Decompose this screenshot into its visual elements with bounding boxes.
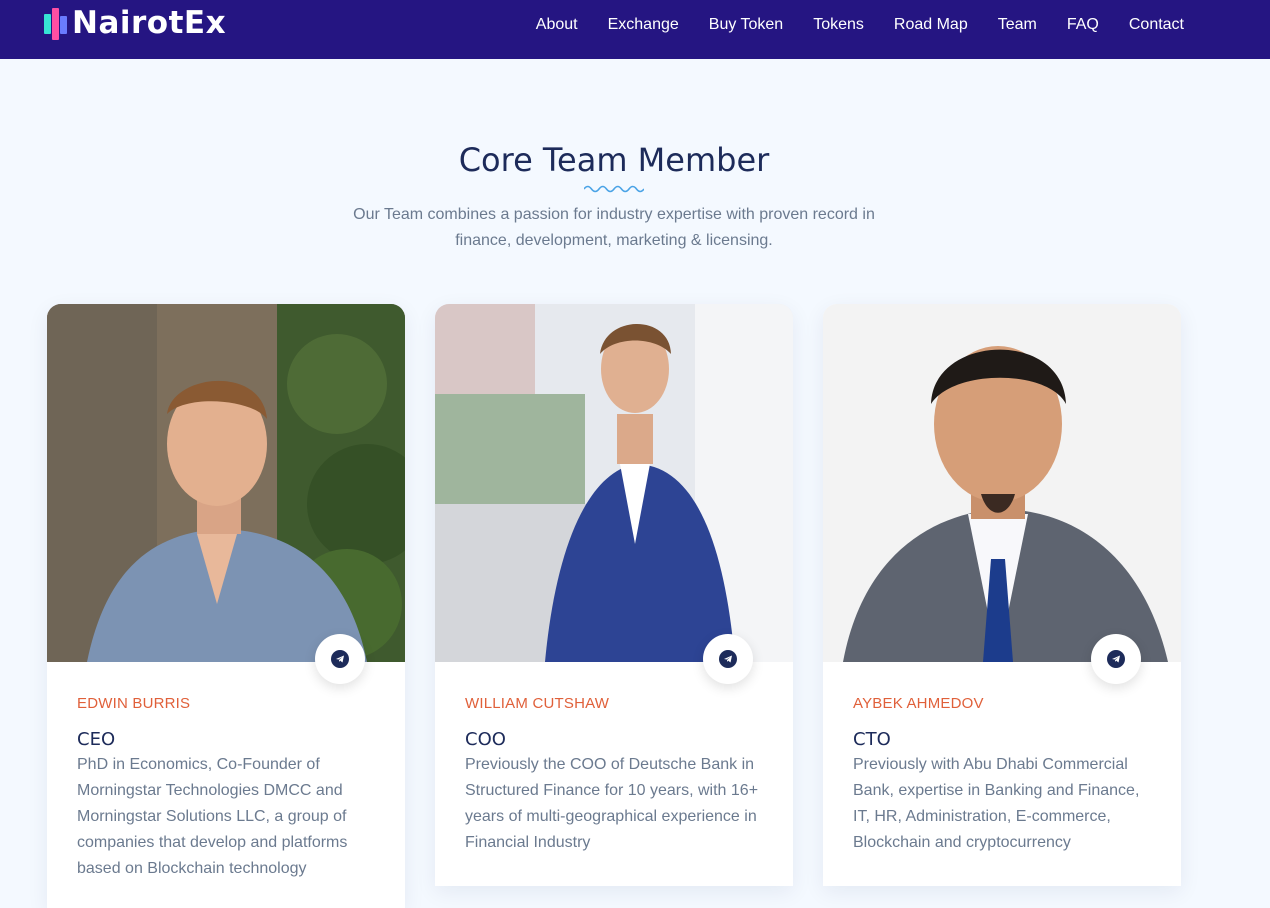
section-subtitle: Our Team combines a passion for industry… [353,206,875,249]
telegram-icon [1107,650,1125,668]
top-navbar: NairotEx About Exchange Buy Token Tokens… [0,0,1270,59]
brand-logo[interactable]: NairotEx [44,6,226,40]
member-name: AYBEK AHMEDOV [853,695,984,712]
nav-link-buy-token[interactable]: Buy Token [709,16,783,34]
member-photo [435,304,793,662]
brand-name: NairotEx [72,5,227,41]
nav-link-faq[interactable]: FAQ [1067,16,1099,34]
nav-link-about[interactable]: About [536,16,578,34]
telegram-button[interactable] [1091,634,1141,684]
member-role: COO [465,729,506,750]
member-name: EDWIN BURRIS [77,695,191,712]
member-bio: Previously the COO of Deutsche Bank in S… [465,756,759,851]
section-title: Core Team Member [458,141,770,179]
logo-mark-icon [44,6,70,40]
team-card: EDWIN BURRIS CEO PhD in Economics, Co-Fo… [47,304,405,908]
nav-link-contact[interactable]: Contact [1129,16,1184,34]
nav-link-road-map[interactable]: Road Map [894,16,968,34]
nav-link-team[interactable]: Team [998,16,1037,34]
telegram-button[interactable] [315,634,365,684]
title-squiggle-divider [584,185,644,193]
member-role: CEO [77,729,116,750]
member-role: CTO [853,729,891,750]
telegram-icon [331,650,349,668]
member-photo [47,304,405,662]
team-card: AYBEK AHMEDOV CTO Previously with Abu Dh… [823,304,1181,886]
member-name: WILLIAM CUTSHAW [465,695,610,712]
telegram-icon [719,650,737,668]
member-photo [823,304,1181,662]
telegram-button[interactable] [703,634,753,684]
team-card: WILLIAM CUTSHAW COO Previously the COO o… [435,304,793,886]
nav-menu: About Exchange Buy Token Tokens Road Map… [506,0,1184,50]
member-bio: Previously with Abu Dhabi Commercial Ban… [853,756,1140,851]
member-bio: PhD in Economics, Co-Founder of Mornings… [77,756,348,877]
nav-link-tokens[interactable]: Tokens [813,16,864,34]
nav-link-exchange[interactable]: Exchange [608,16,679,34]
